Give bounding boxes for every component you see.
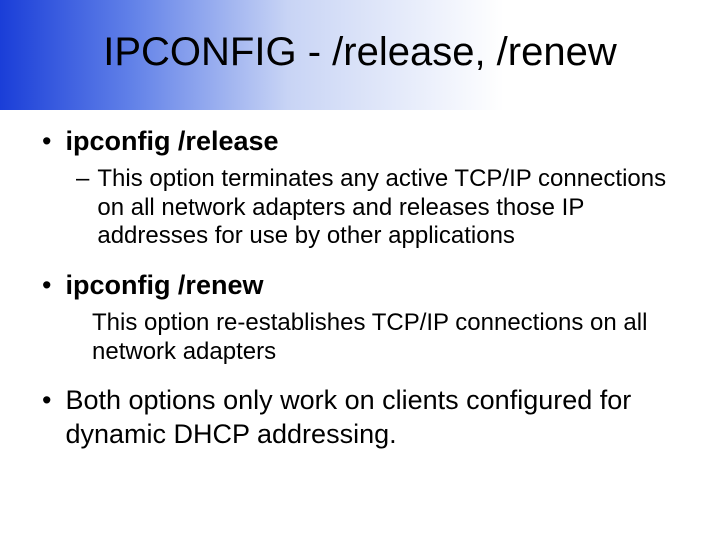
sub-renew-text: This option re-establishes TCP/IP connec… <box>92 309 690 367</box>
sub-renew: This option re-establishes TCP/IP connec… <box>92 309 690 367</box>
sub-release: – This option terminates any active TCP/… <box>76 165 690 251</box>
bullet-dot-icon: • <box>42 384 51 452</box>
dash-icon: – <box>76 165 89 251</box>
bullet-dot-icon: • <box>42 269 51 303</box>
bullet-renew: • ipconfig /renew <box>42 269 690 303</box>
bullet-dot-icon: • <box>42 125 51 159</box>
slide-title: IPCONFIG - /release, /renew <box>0 30 720 75</box>
bullet-release: • ipconfig /release <box>42 125 690 159</box>
bullet-renew-text: ipconfig /renew <box>65 269 690 303</box>
bullet-both: • Both options only work on clients conf… <box>42 384 690 452</box>
bullet-release-text: ipconfig /release <box>65 125 690 159</box>
slide-body: • ipconfig /release – This option termin… <box>42 125 690 458</box>
bullet-both-text: Both options only work on clients config… <box>65 384 690 452</box>
sub-release-text: This option terminates any active TCP/IP… <box>97 165 690 251</box>
